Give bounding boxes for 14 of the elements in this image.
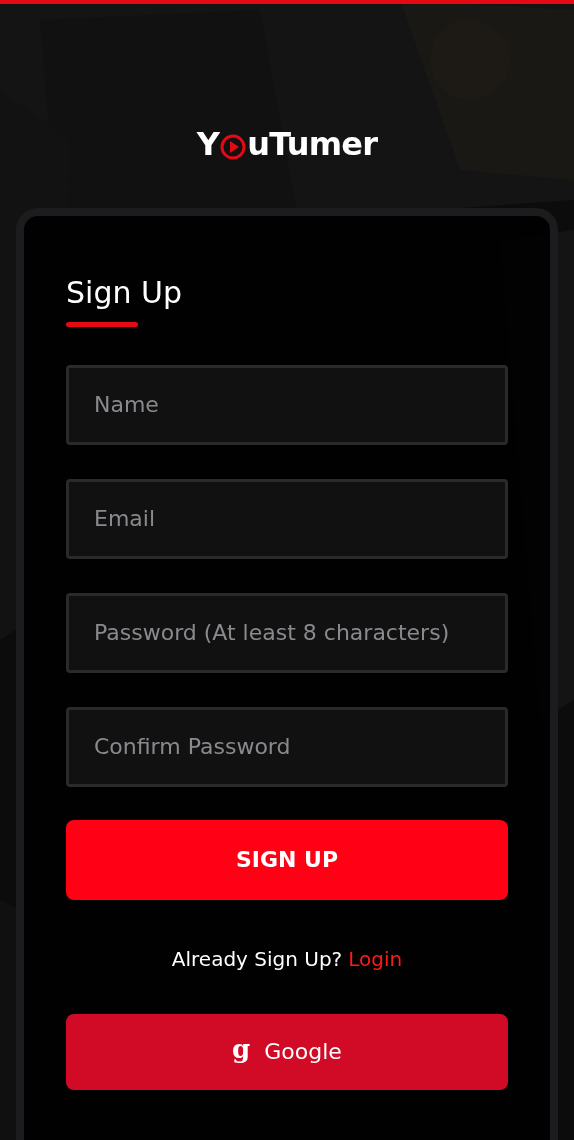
form-title: Sign Up bbox=[66, 274, 182, 312]
google-button[interactable]: g Google bbox=[66, 1013, 508, 1090]
play-icon bbox=[220, 134, 247, 160]
logo-text: Y bbox=[196, 124, 220, 165]
login-prompt: Already Sign Up? bbox=[171, 945, 343, 973]
input-field[interactable]: Name bbox=[66, 364, 508, 445]
input-field[interactable]: Password (At least 8 characters) bbox=[66, 592, 508, 673]
google-icon: g bbox=[232, 1035, 251, 1068]
input-field[interactable]: Confirm Password bbox=[66, 706, 508, 787]
input-field[interactable]: Email bbox=[66, 478, 508, 559]
logo-text: uTumer bbox=[247, 124, 378, 165]
title-underline bbox=[66, 321, 138, 327]
login-link[interactable]: Login bbox=[348, 943, 403, 974]
sign-up-button[interactable]: SIGN UP bbox=[66, 819, 508, 900]
